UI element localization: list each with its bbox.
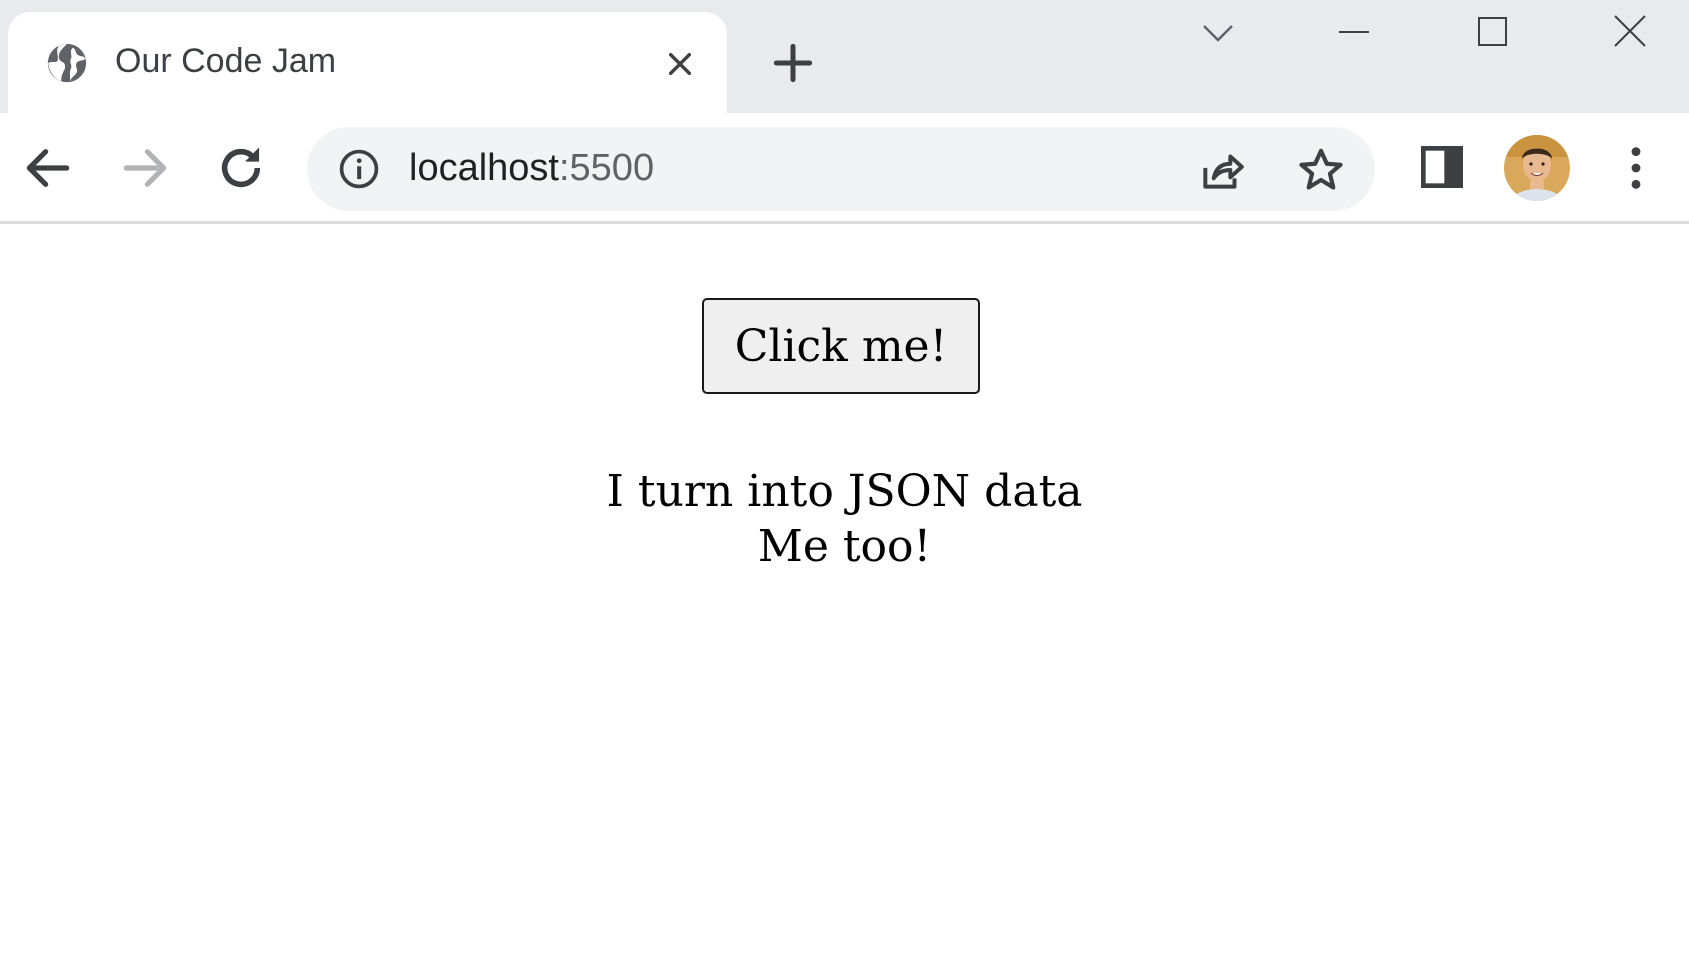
url-host: localhost: [409, 147, 559, 189]
minimize-icon[interactable]: [1330, 10, 1378, 54]
bookmark-star-icon[interactable]: [1296, 145, 1346, 195]
new-tab-plus-icon[interactable]: [768, 38, 818, 88]
globe-icon: [44, 40, 90, 86]
reload-icon[interactable]: [213, 140, 269, 196]
side-panel-icon[interactable]: [1414, 139, 1470, 195]
url-text[interactable]: localhost:5500: [409, 147, 654, 190]
window-close-icon[interactable]: [1606, 10, 1654, 54]
maximize-icon[interactable]: [1469, 10, 1517, 54]
site-info-icon[interactable]: [337, 147, 381, 191]
address-bar[interactable]: localhost:5500: [307, 127, 1375, 211]
output-line: Me too!: [757, 521, 932, 572]
kebab-menu-icon[interactable]: [1608, 140, 1664, 196]
share-icon[interactable]: [1197, 145, 1247, 195]
url-port: :5500: [558, 147, 655, 189]
browser-tab-active[interactable]: Our Code Jam: [8, 12, 727, 113]
output-text: I turn into JSON data Me too!: [0, 464, 1689, 574]
tab-title: Our Code Jam: [115, 42, 337, 80]
browser-window: Our Code Jam localhost:5500 Click me! I …: [0, 0, 1689, 975]
forward-arrow-right-icon[interactable]: [117, 140, 173, 196]
profile-avatar[interactable]: [1504, 135, 1570, 201]
click-me-button[interactable]: Click me!: [702, 298, 980, 394]
tab-close-icon[interactable]: [664, 48, 696, 80]
tab-strip: Our Code Jam: [0, 0, 1689, 113]
tab-search-chevron-down-icon[interactable]: [1194, 10, 1242, 54]
browser-toolbar: localhost:5500: [0, 113, 1689, 224]
output-line: I turn into JSON data: [606, 466, 1083, 517]
page-viewport: Click me! I turn into JSON data Me too!: [0, 224, 1689, 975]
back-arrow-left-icon[interactable]: [20, 140, 76, 196]
